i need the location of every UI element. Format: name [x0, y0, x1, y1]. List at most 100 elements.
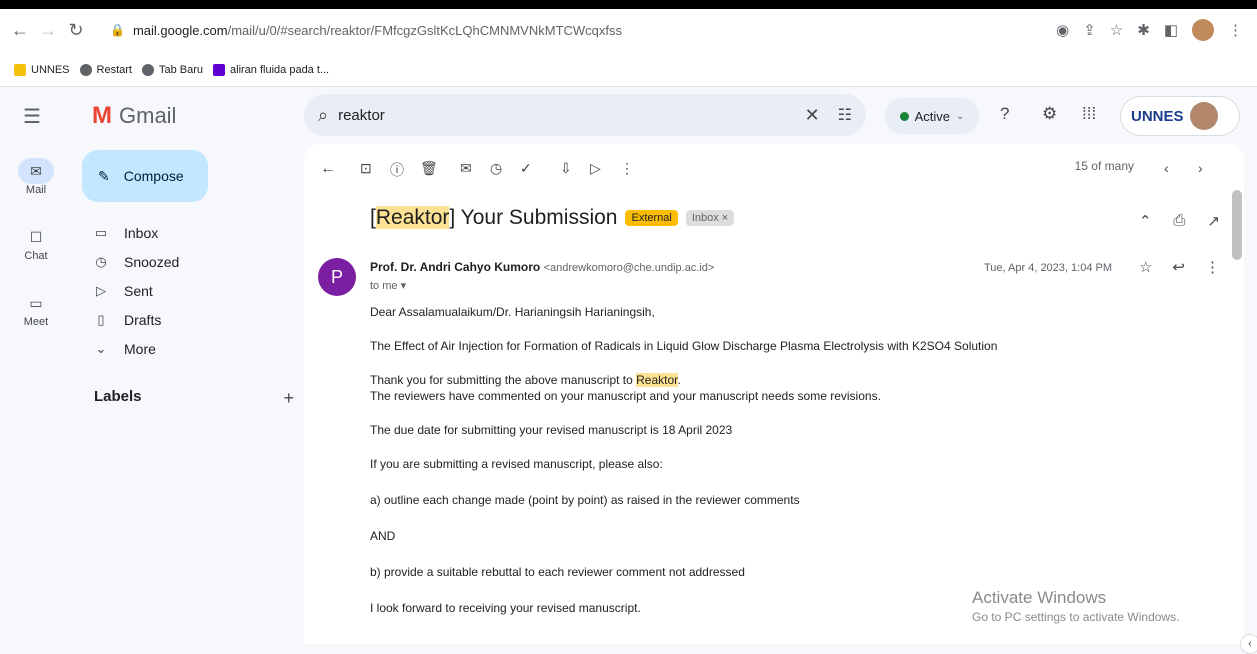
url-path: /mail/u/0/#search/reaktor/FMfcgzGsltKcLQ…: [227, 22, 623, 38]
search-options-icon[interactable]: ☷: [838, 105, 852, 125]
sidebar-item-drafts[interactable]: ▯ Drafts: [72, 305, 302, 334]
reply-icon[interactable]: ↩: [1172, 258, 1185, 276]
sender-name[interactable]: Prof. Dr. Andri Cahyo Kumoro: [370, 260, 540, 274]
move-to-icon[interactable]: ⇩: [560, 160, 572, 177]
gmail-header: ☰ M Gmail ⌕ ✕ ☷ Active ⌄ ? ⚙ ⁞⁞⁞ UNNES: [0, 88, 1257, 144]
folder-list: ▭ Inbox ◷ Snoozed ▷ Sent ▯ Drafts ⌄ More: [72, 218, 302, 363]
sidebar-item-inbox[interactable]: ▭ Inbox: [72, 218, 302, 247]
rail-meet[interactable]: ▭ Meet: [0, 282, 72, 348]
pencil-icon: ✎: [98, 167, 110, 184]
search-icon[interactable]: ⌕: [318, 105, 328, 126]
reload-icon[interactable]: ↻: [62, 16, 90, 44]
sidepanel-icon[interactable]: ◧: [1164, 21, 1178, 39]
top-black-bar: [0, 0, 1257, 9]
delete-icon[interactable]: 🗑: [420, 160, 438, 177]
drafts-icon: ▯: [97, 311, 105, 327]
eye-icon[interactable]: ◉: [1056, 21, 1069, 39]
sender-line: Prof. Dr. Andri Cahyo Kumoro <andrewkomo…: [370, 260, 714, 274]
compose-button[interactable]: ✎ Compose: [82, 150, 208, 202]
message-date: Tue, Apr 4, 2023, 1:04 PM: [983, 262, 1112, 274]
account-avatar: [1189, 102, 1218, 130]
windows-watermark: Activate Windows Go to PC settings to ac…: [972, 588, 1180, 624]
chevron-down-icon: ⌄: [95, 340, 107, 356]
inbox-label-badge[interactable]: Inbox ×: [685, 210, 735, 226]
status-button[interactable]: Active ⌄: [885, 98, 979, 134]
expand-all-icon[interactable]: ⌃: [1139, 212, 1152, 230]
help-icon[interactable]: ?: [1000, 104, 1009, 124]
newer-icon[interactable]: ‹: [1164, 160, 1169, 176]
older-icon[interactable]: ›: [1198, 160, 1203, 176]
print-icon[interactable]: ⎙: [1173, 212, 1185, 230]
snoozed-icon: ◷: [95, 253, 107, 269]
body-and: AND: [370, 529, 396, 543]
body-thanks: Thank you for submitting the above manus…: [370, 373, 681, 387]
pager-count: 15 of many: [1074, 159, 1134, 173]
yahoo-icon: [213, 64, 226, 76]
browser-action-icons: ◉ ⇪ ☆ ✱ ◧ ⋮: [1056, 19, 1243, 41]
external-badge: External: [625, 210, 678, 226]
url-host: mail.google.com: [132, 22, 228, 38]
more-options-icon[interactable]: ⋮: [1205, 258, 1220, 276]
star-icon[interactable]: ☆: [1110, 21, 1123, 39]
subject-row: [Reaktor] Your Submission External Inbox…: [370, 206, 735, 230]
browser-chrome: ← → ↻ 🔒 mail.google.com/mail/u/0/#search…: [0, 9, 1257, 87]
archive-icon[interactable]: ⊡: [360, 160, 372, 177]
back-to-list-icon[interactable]: ←: [320, 160, 336, 178]
active-dot: [899, 111, 909, 121]
sidebar-item-sent[interactable]: ▷ Sent: [72, 276, 302, 305]
snooze-icon[interactable]: ◷: [490, 160, 502, 177]
gmail-m-icon: M: [92, 102, 112, 129]
message-pane: ← ⊡ ⓘ 🗑 ✉ ◷ ✓ ⇩ ▷ ⋮ 15 of many ‹ › [Reak…: [304, 144, 1244, 644]
sidebar-item-snoozed[interactable]: ◷ Snoozed: [72, 247, 302, 276]
subject-actions: ⌃ ⎙ ↗: [1139, 212, 1220, 230]
rail-chat[interactable]: ☐ Chat: [0, 216, 72, 282]
account-switcher[interactable]: UNNES: [1120, 96, 1240, 136]
labels-header: Labels +: [94, 388, 294, 409]
menu-dots-icon[interactable]: ⋮: [1228, 21, 1243, 39]
report-spam-icon[interactable]: ⓘ: [390, 160, 404, 180]
search-bar: ⌕ ✕ ☷: [304, 94, 866, 136]
sent-icon: ▷: [96, 282, 106, 298]
bookmark-restart[interactable]: Restart: [79, 64, 132, 76]
mark-unread-icon[interactable]: ✉: [460, 160, 472, 177]
app-rail: ✉ Mail ☐ Chat ▭ Meet: [0, 150, 72, 348]
add-task-icon[interactable]: ✓: [520, 160, 532, 177]
side-panel-toggle-icon[interactable]: ‹: [1240, 634, 1257, 654]
label-icon[interactable]: ▷: [590, 160, 601, 177]
profile-avatar[interactable]: [1192, 19, 1214, 41]
sender-email: <andrewkomoro@che.undip.ac.id>: [543, 262, 715, 274]
body-item-a: a) outline each change made (point by po…: [370, 493, 800, 507]
sidebar-item-more[interactable]: ⌄ More: [72, 334, 302, 363]
back-icon[interactable]: ←: [6, 16, 34, 44]
body-title: The Effect of Air Injection for Formatio…: [370, 339, 998, 353]
subject-title: [Reaktor] Your Submission: [370, 206, 618, 229]
open-new-window-icon[interactable]: ↗: [1207, 212, 1220, 230]
gmail-logo[interactable]: M Gmail: [92, 102, 176, 130]
extensions-icon[interactable]: ✱: [1137, 21, 1150, 39]
scrollbar-thumb[interactable]: [1232, 190, 1242, 260]
add-label-icon[interactable]: +: [283, 388, 294, 409]
rail-mail[interactable]: ✉ Mail: [0, 150, 72, 216]
mail-icon: ✉: [18, 158, 54, 184]
forward-icon[interactable]: →: [34, 16, 62, 44]
star-icon[interactable]: ☆: [1139, 258, 1152, 276]
apps-grid-icon[interactable]: ⁞⁞⁞: [1082, 104, 1096, 124]
body-please: If you are submitting a revised manuscri…: [370, 457, 663, 471]
sender-avatar[interactable]: P: [318, 258, 356, 296]
settings-gear-icon[interactable]: ⚙: [1042, 104, 1057, 124]
main-menu-icon[interactable]: ☰: [23, 104, 41, 129]
bookmark-tab-baru[interactable]: Tab Baru: [141, 64, 203, 76]
share-icon[interactable]: ⇪: [1083, 21, 1096, 39]
folder-icon: [14, 64, 26, 76]
lock-icon: 🔒: [110, 23, 125, 37]
more-icon[interactable]: ⋮: [620, 160, 634, 177]
bookmark-unnes[interactable]: UNNES: [14, 64, 70, 76]
body-reviewers: The reviewers have commented on your man…: [370, 389, 881, 403]
search-input[interactable]: [338, 106, 795, 124]
body-item-b: b) provide a suitable rebuttal to each r…: [370, 565, 745, 579]
recipient-toggle[interactable]: to me ▾: [370, 279, 406, 292]
clear-search-icon[interactable]: ✕: [805, 105, 820, 126]
bookmark-aliran[interactable]: aliran fluida pada t...: [213, 64, 329, 76]
chevron-down-icon: ⌄: [956, 110, 965, 122]
meet-icon: ▭: [29, 294, 43, 311]
